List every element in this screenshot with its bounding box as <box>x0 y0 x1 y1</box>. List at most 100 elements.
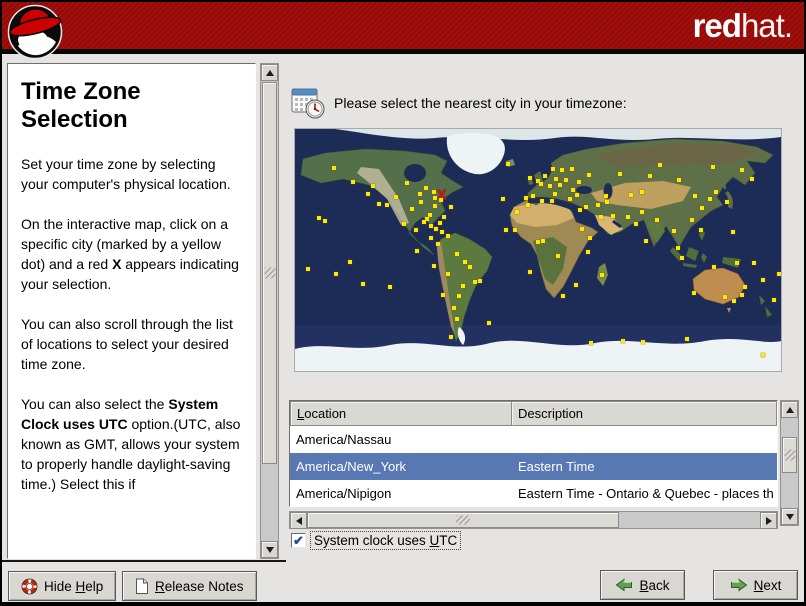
city-dot[interactable] <box>690 217 695 222</box>
city-dot[interactable] <box>626 214 631 219</box>
city-dot[interactable] <box>586 172 591 177</box>
city-dot[interactable] <box>429 223 434 228</box>
city-dot[interactable] <box>617 171 622 176</box>
city-dot[interactable] <box>428 235 433 240</box>
city-dot[interactable] <box>331 165 336 170</box>
scroll-down-button[interactable] <box>261 541 278 558</box>
release-notes-button[interactable]: Release Notes <box>122 571 257 601</box>
city-dot[interactable] <box>460 284 465 289</box>
city-dot[interactable] <box>595 203 600 208</box>
city-dot[interactable] <box>440 293 445 297</box>
city-dot[interactable] <box>588 235 593 240</box>
utc-checkbox[interactable]: ✔ <box>291 533 306 548</box>
city-dot[interactable] <box>585 249 590 254</box>
city-dot[interactable] <box>384 202 389 207</box>
city-dot[interactable] <box>553 191 557 196</box>
city-dot[interactable] <box>605 200 610 205</box>
city-dot[interactable] <box>455 317 460 322</box>
city-dot[interactable] <box>771 297 776 302</box>
city-dot[interactable] <box>549 198 554 203</box>
city-dot[interactable] <box>750 176 755 181</box>
city-dot[interactable] <box>579 226 584 231</box>
city-dot[interactable] <box>528 269 533 274</box>
scroll-up-button[interactable] <box>261 64 278 81</box>
city-dot[interactable] <box>610 213 615 218</box>
city-dot[interactable] <box>365 192 370 197</box>
city-dot[interactable] <box>388 284 393 289</box>
world-map[interactable]: X <box>294 128 782 372</box>
city-dot[interactable] <box>621 338 626 343</box>
city-dot[interactable] <box>435 241 440 246</box>
city-dot[interactable] <box>751 260 756 265</box>
city-dot[interactable] <box>504 227 509 232</box>
utc-checkbox-label[interactable]: System clock uses UTC <box>310 531 462 550</box>
city-dot[interactable] <box>515 210 520 215</box>
city-dot[interactable] <box>699 228 704 233</box>
city-dot[interactable] <box>685 337 690 342</box>
city-dot[interactable] <box>731 298 736 303</box>
city-dot[interactable] <box>457 294 462 299</box>
city-dot[interactable] <box>467 264 472 269</box>
city-dot[interactable] <box>431 189 436 194</box>
city-dot[interactable] <box>317 216 322 221</box>
city-dot[interactable] <box>333 271 338 276</box>
city-dot[interactable] <box>760 278 765 282</box>
city-dot[interactable] <box>347 260 352 265</box>
city-dot[interactable] <box>641 340 646 345</box>
city-dot[interactable] <box>713 190 718 195</box>
city-dot[interactable] <box>556 253 561 258</box>
hide-help-button[interactable]: Hide Help <box>8 571 117 601</box>
city-dot[interactable] <box>421 220 426 225</box>
city-dot[interactable] <box>583 205 588 210</box>
city-dot[interactable] <box>525 202 530 207</box>
table-row[interactable]: America/Nassau <box>290 426 777 453</box>
city-dot[interactable] <box>531 193 536 198</box>
city-dot[interactable] <box>425 217 430 222</box>
city-dot[interactable] <box>712 264 717 269</box>
city-dot[interactable] <box>449 335 454 340</box>
city-dot[interactable] <box>445 233 450 238</box>
city-dot[interactable] <box>558 183 563 188</box>
city-dot[interactable] <box>477 278 482 283</box>
city-dot[interactable] <box>376 202 381 207</box>
city-dot[interactable] <box>600 273 605 278</box>
help-scrollbar[interactable] <box>260 63 279 559</box>
city-dot[interactable] <box>527 176 532 181</box>
city-dot[interactable] <box>603 193 608 198</box>
city-dot[interactable] <box>441 215 446 220</box>
city-dot[interactable] <box>734 260 739 265</box>
column-header-description[interactable]: Description <box>511 401 777 426</box>
table-row[interactable]: America/Nipigon Eastern Time - Ontario & … <box>290 480 777 506</box>
city-dot[interactable] <box>394 194 399 199</box>
city-dot[interactable] <box>629 192 634 197</box>
city-dot[interactable] <box>452 306 457 311</box>
city-dot[interactable] <box>777 272 781 277</box>
city-dot[interactable] <box>723 294 728 299</box>
city-dot[interactable] <box>512 228 517 233</box>
city-dot[interactable] <box>575 192 580 197</box>
city-dot[interactable] <box>707 197 712 202</box>
city-dot[interactable] <box>589 340 594 345</box>
city-dot[interactable] <box>571 188 576 193</box>
city-dot[interactable] <box>564 177 569 182</box>
city-dot[interactable] <box>433 204 438 209</box>
city-dot[interactable] <box>643 238 648 243</box>
city-dot[interactable] <box>431 264 436 269</box>
city-dot[interactable] <box>523 195 528 200</box>
city-dot[interactable] <box>675 246 680 251</box>
city-dot[interactable] <box>432 195 437 200</box>
city-dot[interactable] <box>739 167 744 172</box>
table-row[interactable]: America/New_York Eastern Time <box>290 453 777 480</box>
city-dot[interactable] <box>539 198 544 203</box>
city-dot[interactable] <box>351 180 356 185</box>
city-dot[interactable] <box>448 204 453 209</box>
table-horizontal-scrollbar[interactable] <box>289 511 778 529</box>
scrollbar-thumb[interactable] <box>782 437 797 473</box>
city-dot[interactable] <box>680 256 685 261</box>
city-dot[interactable] <box>547 184 552 189</box>
city-dot[interactable] <box>409 206 414 211</box>
city-dot[interactable] <box>550 167 555 172</box>
city-dot[interactable] <box>761 352 766 357</box>
city-dot[interactable] <box>486 321 491 326</box>
city-dot[interactable] <box>599 214 604 219</box>
